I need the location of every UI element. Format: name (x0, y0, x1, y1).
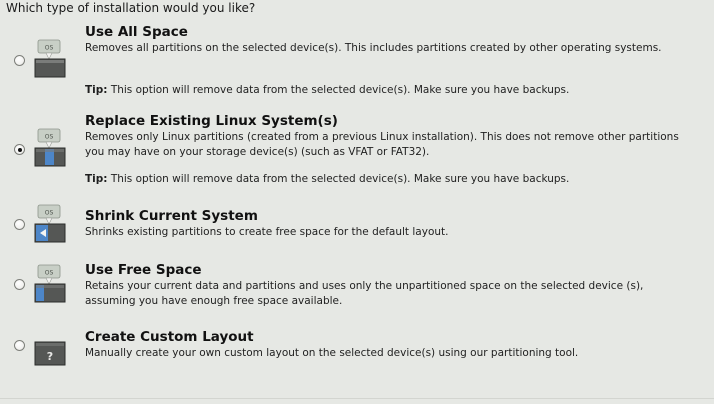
disk-os-shrink-icon: OS (34, 204, 66, 243)
use-all-space-radio[interactable] (14, 55, 25, 66)
disk-custom-icon: ? (34, 341, 66, 366)
disk-os-replace-icon: OS (34, 128, 66, 167)
installation-type-question: Which type of installation would you lik… (6, 1, 256, 15)
disk-os-all-icon: OS (34, 39, 66, 78)
use-all-space-description: Removes all partitions on the selected d… (85, 42, 662, 54)
use-free-space-title: Use Free Space (85, 262, 202, 278)
replace-linux-tip: Tip: This option will remove data from t… (85, 173, 569, 185)
os-badge-text: OS (45, 134, 54, 141)
create-custom-layout-description: Manually create your own custom layout o… (85, 347, 579, 359)
use-all-space-tip: Tip: This option will remove data from t… (85, 84, 569, 96)
tip-text: This option will remove data from the se… (107, 173, 570, 185)
os-badge-text: OS (45, 270, 54, 277)
os-badge-text: OS (45, 45, 54, 52)
shrink-current-system-radio[interactable] (14, 219, 25, 230)
use-all-space-title: Use All Space (85, 24, 188, 40)
create-custom-layout-title: Create Custom Layout (85, 329, 254, 345)
replace-linux-title: Replace Existing Linux System(s) (85, 113, 338, 129)
disk-os-free-icon: OS (34, 264, 66, 303)
create-custom-layout-radio[interactable] (14, 340, 25, 351)
shrink-current-system-title: Shrink Current System (85, 208, 258, 224)
shrink-current-system-description: Shrinks existing partitions to create fr… (85, 226, 449, 238)
question-mark-glyph: ? (47, 350, 53, 363)
tip-text: This option will remove data from the se… (107, 84, 570, 96)
tip-label: Tip: (85, 84, 108, 96)
bottom-divider (0, 398, 714, 399)
os-badge-text: OS (45, 210, 54, 217)
replace-linux-description: Removes only Linux partitions (created f… (85, 131, 679, 158)
use-free-space-description: Retains your current data and partitions… (85, 280, 644, 307)
use-free-space-radio[interactable] (14, 279, 25, 290)
replace-linux-radio[interactable] (14, 144, 25, 155)
tip-label: Tip: (85, 173, 108, 185)
